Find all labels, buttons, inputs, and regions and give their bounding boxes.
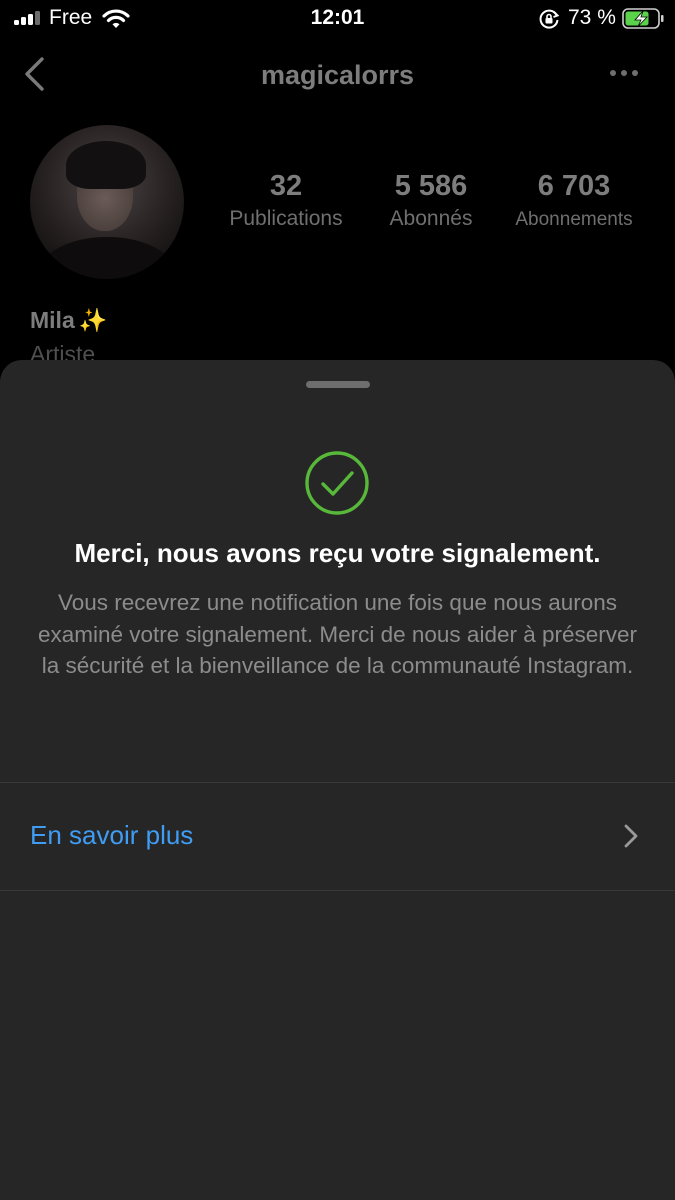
- stat-label: Publications: [229, 207, 343, 230]
- rotation-lock-icon: [539, 9, 560, 29]
- stat-label: Abonnements: [515, 209, 633, 230]
- battery-percent: 73 %: [568, 6, 616, 29]
- stat-value: 6 703: [537, 170, 611, 202]
- stat-following[interactable]: 6 703 Abonnements: [506, 170, 642, 231]
- sheet-grabber[interactable]: [306, 381, 370, 388]
- battery-charging-icon: [622, 8, 664, 29]
- learn-more-row[interactable]: En savoir plus: [0, 783, 675, 890]
- learn-more-link[interactable]: En savoir plus: [30, 820, 193, 851]
- sparkles-icon: ✨: [78, 307, 108, 333]
- divider: [0, 890, 675, 891]
- profile-display-name: Mila ✨: [30, 307, 107, 334]
- profile-background: magicalorrs 32 Publications 5 586 Abonné…: [0, 40, 675, 380]
- stat-label: Abonnés: [389, 207, 473, 230]
- stat-value: 5 586: [394, 170, 468, 202]
- display-name-text: Mila: [30, 307, 75, 333]
- report-confirmation-sheet: Merci, nous avons reçu votre signalement…: [0, 360, 675, 1200]
- status-bar: Free 12:01 73 %: [0, 0, 675, 40]
- chevron-right-icon: [624, 824, 638, 848]
- profile-username: magicalorrs: [260, 60, 415, 90]
- stat-followers[interactable]: 5 586 Abonnés: [372, 170, 490, 231]
- stat-publications: 32 Publications: [218, 170, 354, 231]
- sheet-description: Vous recevrez une notification une fois …: [37, 590, 638, 678]
- stat-value: 32: [269, 170, 303, 202]
- check-circle-icon: [305, 451, 369, 515]
- avatar[interactable]: [30, 125, 184, 279]
- sheet-title: Merci, nous avons reçu votre signalement…: [74, 538, 601, 568]
- more-options-icon[interactable]: [610, 70, 640, 78]
